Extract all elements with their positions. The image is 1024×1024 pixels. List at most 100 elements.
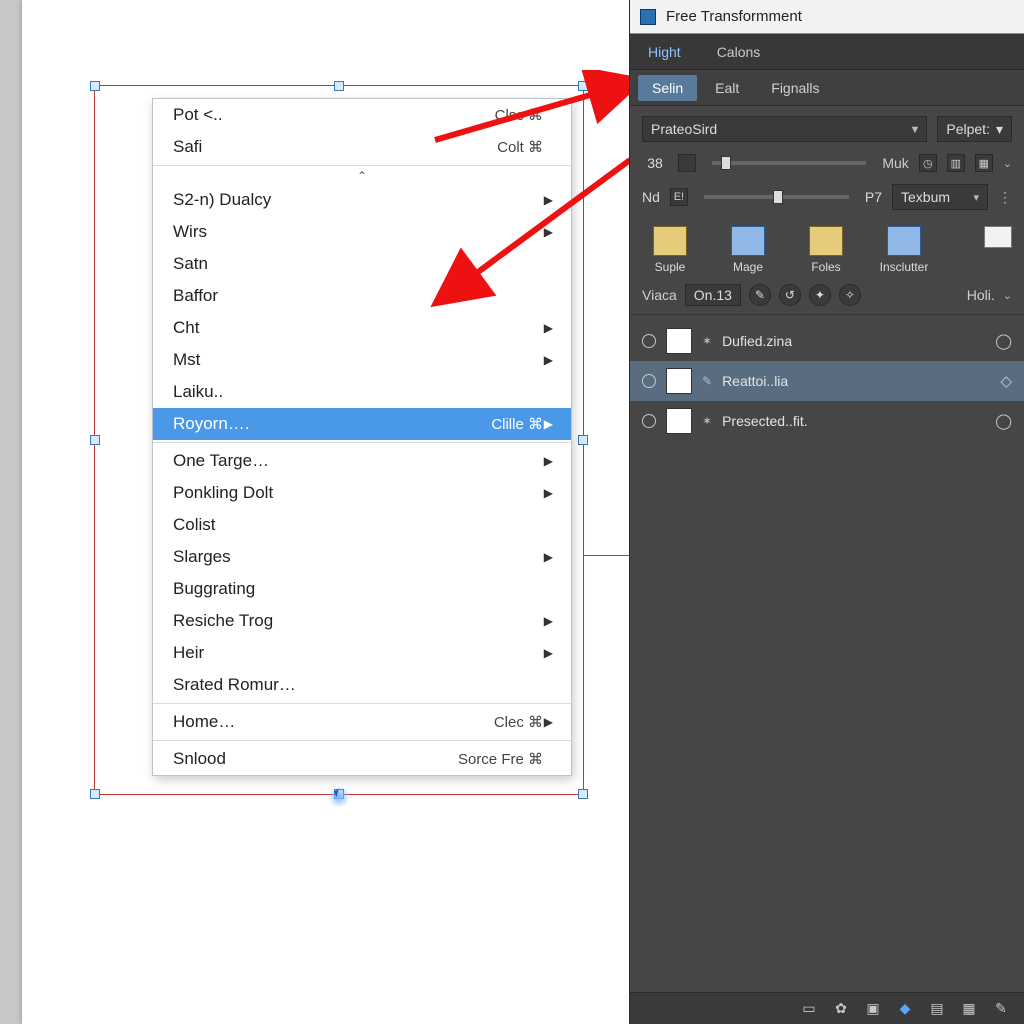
folder-icon[interactable]	[984, 226, 1012, 248]
grid-icon[interactable]: ▥	[947, 154, 965, 172]
menu-item-shortcut: Colt ⌘	[497, 138, 543, 156]
size-slider[interactable]	[712, 161, 866, 165]
size-number[interactable]: 38	[642, 155, 668, 171]
menu-item[interactable]: Buggrating	[153, 573, 571, 605]
chevron-down-icon[interactable]: ⌄	[1003, 289, 1012, 302]
layer-thumbnail[interactable]	[666, 328, 692, 354]
insclutter-icon	[887, 226, 921, 256]
menu-item[interactable]: S2-n) Dualcy▶	[153, 184, 571, 216]
menu-item[interactable]: Satn	[153, 248, 571, 280]
view-toolbar: Viaca On.13 ✎ ↺ ✦ ✧ Holi. ⌄	[630, 276, 1024, 315]
pelpet-field[interactable]: Pelpet: ▾	[937, 116, 1012, 142]
menu-item[interactable]: Wirs▶	[153, 216, 571, 248]
clock-icon[interactable]: ◷	[919, 154, 937, 172]
menu-item[interactable]: Slarges▶	[153, 541, 571, 573]
panel-titlebar[interactable]: Free Transformment	[630, 0, 1024, 34]
submenu-arrow-icon: ▶	[543, 646, 553, 660]
mode-slider[interactable]	[704, 195, 849, 199]
layer-name: Presected..fit.	[722, 413, 985, 429]
preset-combo[interactable]: PrateoSird ▼	[642, 116, 927, 142]
menu-item[interactable]: Cht▶	[153, 312, 571, 344]
status-icon-3[interactable]: ▣	[864, 1000, 882, 1018]
layer-end-icon[interactable]: ◯	[995, 412, 1012, 430]
view-value[interactable]: On.13	[685, 284, 741, 306]
menu-item-label: Heir	[173, 643, 543, 663]
subtab-fignalls[interactable]: Fignalls	[757, 75, 833, 101]
visibility-toggle[interactable]	[642, 374, 656, 388]
swatch-icon[interactable]	[678, 154, 696, 172]
layer-thumbnail[interactable]	[666, 408, 692, 434]
menu-item[interactable]: Srated Romur…	[153, 669, 571, 701]
texbum-combo[interactable]: Texbum ▾	[892, 184, 988, 210]
menu-item[interactable]: Heir▶	[153, 637, 571, 669]
foles-icon	[809, 226, 843, 256]
panel-statusbar: ▭ ✿ ▣ ◆ ▤ ▦ ✎	[630, 992, 1024, 1024]
context-menu[interactable]: Pot <..Clsc ⌘SafiColt ⌘⌃S2-n) Dualcy▶Wir…	[152, 98, 572, 776]
menu-item[interactable]: Resiche Trog▶	[153, 605, 571, 637]
menu-item[interactable]: Royorn….Clille ⌘▶	[153, 408, 571, 440]
tool-btn-2[interactable]: ↺	[779, 284, 801, 306]
menu-separator	[153, 703, 571, 704]
status-icon-6[interactable]: ▦	[960, 1000, 978, 1018]
menu-item[interactable]: Ponkling Dolt▶	[153, 477, 571, 509]
layer-thumbnail[interactable]	[666, 368, 692, 394]
p7-label: P7	[865, 189, 882, 205]
tab-hight[interactable]: Hight	[630, 34, 699, 69]
tool-btn-3[interactable]: ✦	[809, 284, 831, 306]
menu-item[interactable]: Colist	[153, 509, 571, 541]
viaca-label: Viaca	[642, 287, 677, 303]
submenu-arrow-icon: ▶	[543, 486, 553, 500]
tool-btn-4[interactable]: ✧	[839, 284, 861, 306]
subtab-ealt[interactable]: Ealt	[701, 75, 753, 101]
category-icons: Suple Mage Foles Insclutter	[630, 220, 1024, 276]
panel-tabs: HightCalons	[630, 34, 1024, 70]
menu-item[interactable]: Laiku..	[153, 376, 571, 408]
subtab-selin[interactable]: Selin	[638, 75, 697, 101]
status-icon-4[interactable]: ◆	[896, 1000, 914, 1018]
mage-icon	[731, 226, 765, 256]
layer-end-icon[interactable]: ◇	[1000, 372, 1012, 390]
layer-row[interactable]: ✶Presected..fit.◯	[630, 401, 1024, 441]
submenu-arrow-icon: ▶	[543, 225, 553, 239]
menu-item[interactable]: One Targe…▶	[153, 445, 571, 477]
category-mage[interactable]: Mage	[720, 226, 776, 274]
tool-btn-1[interactable]: ✎	[749, 284, 771, 306]
chevron-down-icon[interactable]: ⌄	[1003, 157, 1012, 170]
menu-item[interactable]: Mst▶	[153, 344, 571, 376]
menu-item-label: Resiche Trog	[173, 611, 543, 631]
category-foles[interactable]: Foles	[798, 226, 854, 274]
menu-item[interactable]: Baffor	[153, 280, 571, 312]
menu-item[interactable]: SafiColt ⌘	[153, 131, 571, 163]
status-icon-7[interactable]: ✎	[992, 1000, 1010, 1018]
menu-item-label: Safi	[173, 137, 497, 157]
menu-item[interactable]: SnloodSorce Fre ⌘	[153, 743, 571, 775]
category-label: Foles	[811, 260, 840, 274]
category-insclutter[interactable]: Insclutter	[876, 226, 932, 274]
category-suple[interactable]: Suple	[642, 226, 698, 274]
submenu-arrow-icon: ▶	[543, 321, 553, 335]
layer-row[interactable]: ✶Dufied.zina◯	[630, 321, 1024, 361]
panel-icon[interactable]: ▦	[975, 154, 993, 172]
layer-end-icon[interactable]: ◯	[995, 332, 1012, 350]
menu-item[interactable]: Pot <..Clsc ⌘	[153, 99, 571, 131]
muk-label: Muk	[882, 155, 908, 171]
menu-separator	[153, 165, 571, 166]
submenu-arrow-icon: ▶	[543, 454, 553, 468]
menu-item-label: Wirs	[173, 222, 543, 242]
visibility-toggle[interactable]	[642, 414, 656, 428]
layer-name: Dufied.zina	[722, 333, 985, 349]
tab-calons[interactable]: Calons	[699, 34, 779, 69]
ei-icon[interactable]: E!	[670, 188, 688, 206]
gear-icon[interactable]: ✿	[832, 1000, 850, 1018]
layer-row[interactable]: ✎Reattoi..lia◇	[630, 361, 1024, 401]
status-icon-5[interactable]: ▤	[928, 1000, 946, 1018]
more-icon[interactable]: ⋮	[998, 189, 1012, 206]
menu-item-label: Satn	[173, 254, 543, 274]
category-label: Mage	[733, 260, 763, 274]
menu-item[interactable]: Home…Clec ⌘▶	[153, 706, 571, 738]
preset-value: PrateoSird	[651, 121, 717, 137]
status-icon-1[interactable]: ▭	[800, 1000, 818, 1018]
menu-item-label: One Targe…	[173, 451, 543, 471]
visibility-toggle[interactable]	[642, 334, 656, 348]
chevron-down-icon: ▼	[909, 124, 920, 136]
